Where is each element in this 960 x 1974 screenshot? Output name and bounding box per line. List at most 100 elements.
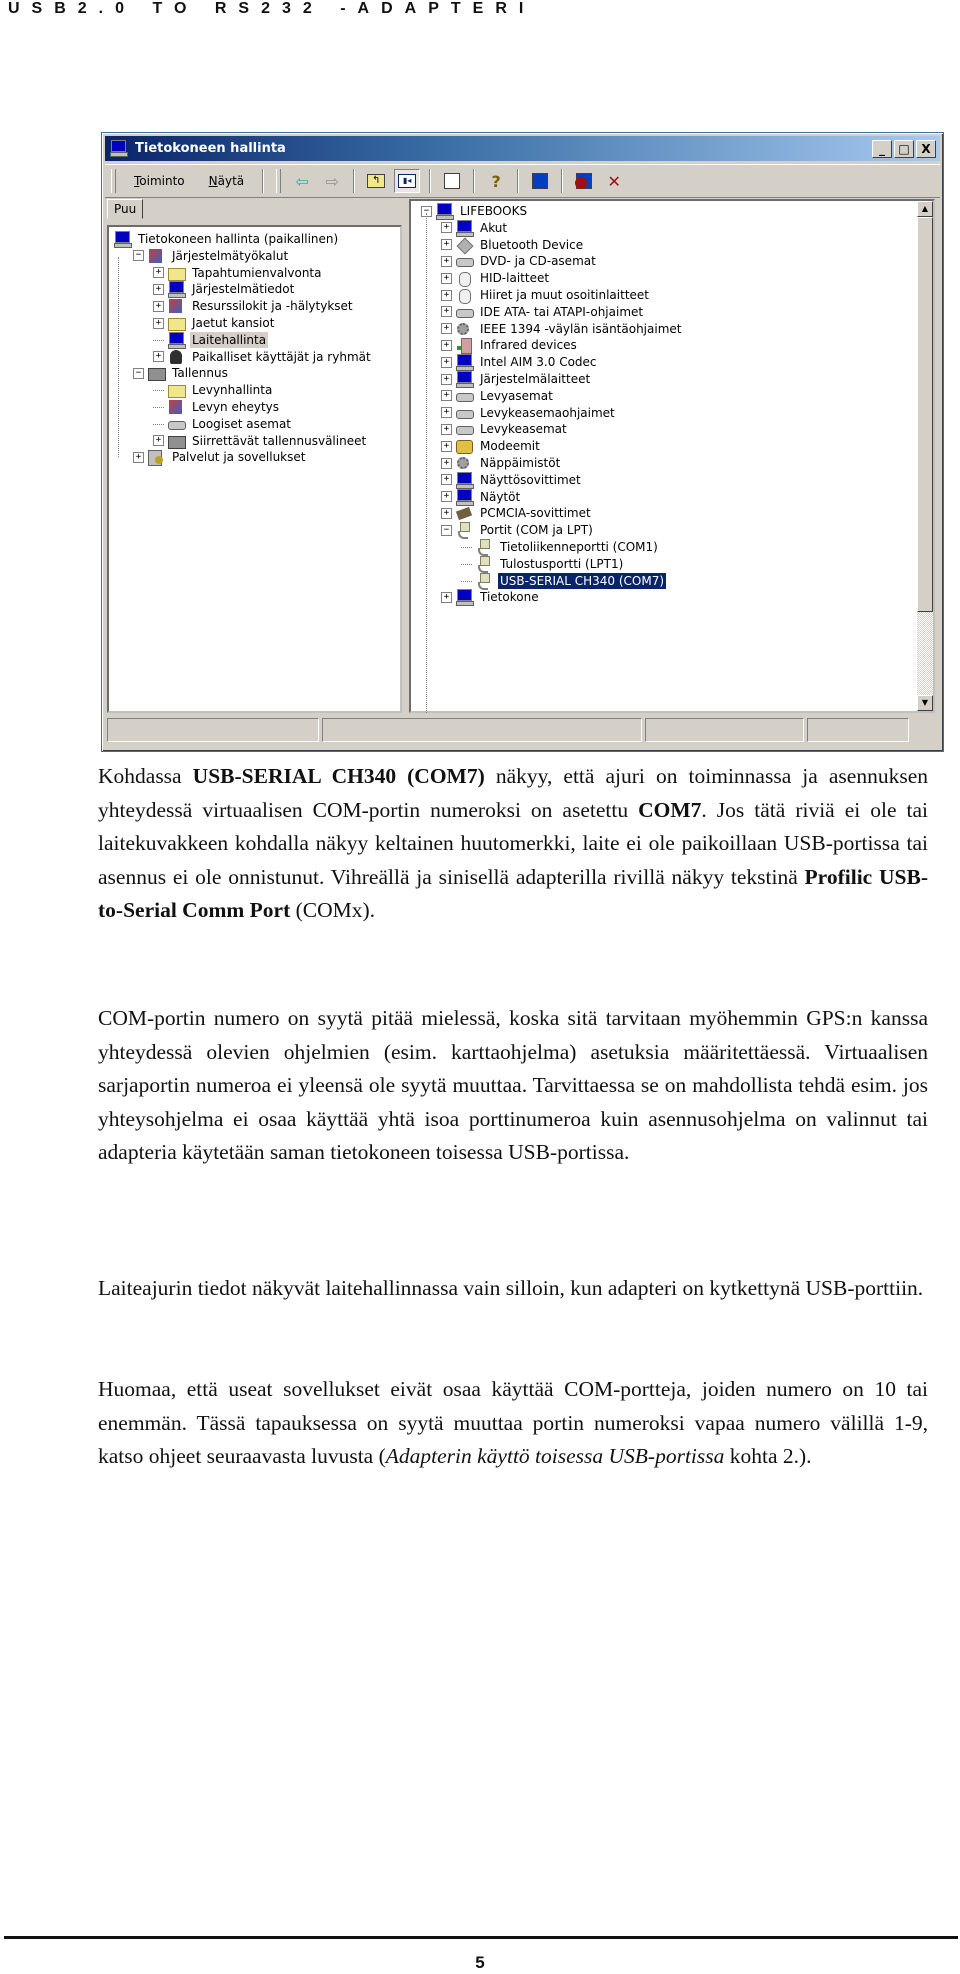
scroll-down-button[interactable]: ▼ xyxy=(917,695,933,711)
tree-node-label[interactable]: Portit (COM ja LPT) xyxy=(478,522,595,538)
tree-node-label[interactable]: Siirrettävät tallennusvälineet xyxy=(190,433,368,449)
scroll-up-button[interactable]: ▲ xyxy=(917,201,933,217)
scan-hardware-icon[interactable] xyxy=(528,170,552,192)
scroll-thumb[interactable] xyxy=(917,217,933,612)
expand-icon[interactable]: + xyxy=(153,351,164,363)
tree-node-label[interactable]: Tietokoneen hallinta (paikallinen) xyxy=(136,231,340,247)
expand-icon[interactable]: + xyxy=(441,440,452,452)
back-arrow-icon[interactable]: ⇦ xyxy=(290,170,314,192)
tree-node-label[interactable]: Levyasemat xyxy=(478,388,555,404)
tree-node-label[interactable]: LIFEBOOKS xyxy=(458,203,529,219)
expand-icon[interactable]: + xyxy=(441,323,452,335)
computer-management-icon xyxy=(109,139,129,158)
menu-toiminto[interactable]: Toiminto xyxy=(122,174,197,188)
expand-icon[interactable]: + xyxy=(441,255,452,267)
tree-node-label[interactable]: Järjestelmätiedot xyxy=(190,281,296,297)
minimize-button[interactable]: _ xyxy=(872,140,892,158)
tree-node-label[interactable]: PCMCIA-sovittimet xyxy=(478,505,593,521)
tree-node-label[interactable]: IEEE 1394 -väylän isäntäohjaimet xyxy=(478,321,683,337)
tree-node-label[interactable]: Palvelut ja sovellukset xyxy=(170,449,307,465)
tree-node-label[interactable]: Levykeasemaohjaimet xyxy=(478,405,617,421)
tree-node-label[interactable]: HID-laitteet xyxy=(478,270,551,286)
tree-node-label[interactable]: Näytöt xyxy=(478,489,522,505)
tree-node-label[interactable]: Bluetooth Device xyxy=(478,237,585,253)
tree-node-label[interactable]: Laitehallinta xyxy=(190,331,269,348)
collapse-icon[interactable]: − xyxy=(133,367,144,379)
vertical-scrollbar[interactable]: ▲ ▼ xyxy=(917,201,933,711)
tree-node-label[interactable]: Näppäimistöt xyxy=(478,455,562,471)
tree-node-label[interactable]: IDE ATA- tai ATAPI-ohjaimet xyxy=(478,304,645,320)
menu-grip[interactable] xyxy=(111,169,116,193)
expand-icon[interactable]: + xyxy=(441,457,452,469)
window-title: Tietokoneen hallinta xyxy=(135,141,286,156)
collapse-icon[interactable]: − xyxy=(133,250,144,262)
menu-nayta[interactable]: Näytä xyxy=(197,174,257,188)
expand-icon[interactable]: + xyxy=(153,300,164,312)
tree-connector xyxy=(461,563,472,565)
tree-node-label[interactable]: USB-SERIAL CH340 (COM7) xyxy=(496,571,668,590)
tree-node[interactable]: + Palvelut ja sovellukset xyxy=(133,447,307,467)
tab-puu[interactable]: Puu xyxy=(107,199,144,219)
tree-connector xyxy=(153,423,164,425)
tree-node-label[interactable]: Järjestelmätyökalut xyxy=(170,248,290,264)
expand-icon[interactable]: + xyxy=(441,272,452,284)
expand-icon[interactable]: + xyxy=(441,239,452,251)
disable-device-icon[interactable] xyxy=(572,170,596,192)
help-icon[interactable]: ? xyxy=(484,170,508,192)
tree-node-label[interactable]: Akut xyxy=(478,220,509,236)
expand-icon[interactable]: + xyxy=(441,423,452,435)
tree-node-label[interactable]: Hiiret ja muut osoitinlaitteet xyxy=(478,287,651,303)
expand-icon[interactable]: + xyxy=(441,356,452,368)
collapse-icon[interactable]: − xyxy=(441,524,452,536)
tree-node-label[interactable]: Tietokone xyxy=(478,589,541,605)
floppy-controller-icon xyxy=(455,405,474,421)
close-button[interactable]: X xyxy=(916,140,936,158)
tree-connector xyxy=(118,257,119,457)
tree-node-label[interactable]: Tapahtumienvalvonta xyxy=(190,265,324,281)
expand-icon[interactable]: + xyxy=(153,317,164,329)
expand-icon[interactable]: + xyxy=(441,306,452,318)
expand-icon[interactable]: + xyxy=(153,283,164,295)
tree-node-label[interactable]: Intel AIM 3.0 Codec xyxy=(478,354,599,370)
expand-icon[interactable]: + xyxy=(153,267,164,279)
tree-node-label[interactable]: Resurssilokit ja -hälytykset xyxy=(190,298,355,314)
show-hide-tree-icon[interactable]: ▮◂ xyxy=(394,169,421,193)
expand-icon[interactable]: + xyxy=(441,390,452,402)
expand-icon[interactable]: + xyxy=(441,407,452,419)
monitor-icon xyxy=(455,488,474,506)
tree-node-label[interactable]: Infrared devices xyxy=(478,337,579,353)
expand-icon[interactable]: + xyxy=(441,507,452,519)
tree-node-label[interactable]: Jaetut kansiot xyxy=(190,315,276,331)
tree-node-label[interactable]: Modeemit xyxy=(478,438,542,454)
title-bar[interactable]: Tietokoneen hallinta _ □ X xyxy=(105,136,940,161)
expand-icon[interactable]: + xyxy=(441,339,452,351)
tree-node-label[interactable]: Tietoliikenneportti (COM1) xyxy=(498,539,660,555)
tree-node-label[interactable]: Levykeasemat xyxy=(478,421,569,437)
tree-node-label[interactable]: Tulostusportti (LPT1) xyxy=(498,556,625,572)
logical-drives-icon xyxy=(167,416,186,432)
tree-node-label[interactable]: Levyn eheytys xyxy=(190,399,281,415)
tree-node[interactable]: + Tietokone xyxy=(441,587,541,607)
forward-arrow-icon[interactable]: ⇨ xyxy=(320,170,344,192)
tree-node-label[interactable]: Näyttösovittimet xyxy=(478,472,583,488)
expand-icon[interactable]: + xyxy=(441,289,452,301)
up-folder-icon[interactable]: ↰ xyxy=(364,170,388,192)
ide-controller-icon xyxy=(455,304,474,320)
tree-node-label[interactable]: Levynhallinta xyxy=(190,382,274,398)
expand-icon[interactable]: + xyxy=(133,451,144,463)
properties-icon[interactable] xyxy=(440,170,464,192)
tree-node-label[interactable]: DVD- ja CD-asemat xyxy=(478,253,598,269)
tree-node-label[interactable]: Tallennus xyxy=(170,365,230,381)
expand-icon[interactable]: + xyxy=(441,373,452,385)
maximize-button[interactable]: □ xyxy=(894,140,914,158)
expand-icon[interactable]: + xyxy=(441,591,452,603)
expand-icon[interactable]: + xyxy=(441,222,452,234)
expand-icon[interactable]: + xyxy=(153,435,164,447)
tree-node-label[interactable]: Järjestelmälaitteet xyxy=(478,371,592,387)
tree-node-label[interactable]: Loogiset asemat xyxy=(190,416,293,432)
tree-node-label[interactable]: Paikalliset käyttäjät ja ryhmät xyxy=(190,349,373,365)
expand-icon[interactable]: + xyxy=(441,491,452,503)
uninstall-device-icon[interactable]: ✕ xyxy=(602,170,626,192)
toolbar-grip[interactable] xyxy=(276,169,282,193)
expand-icon[interactable]: + xyxy=(441,474,452,486)
